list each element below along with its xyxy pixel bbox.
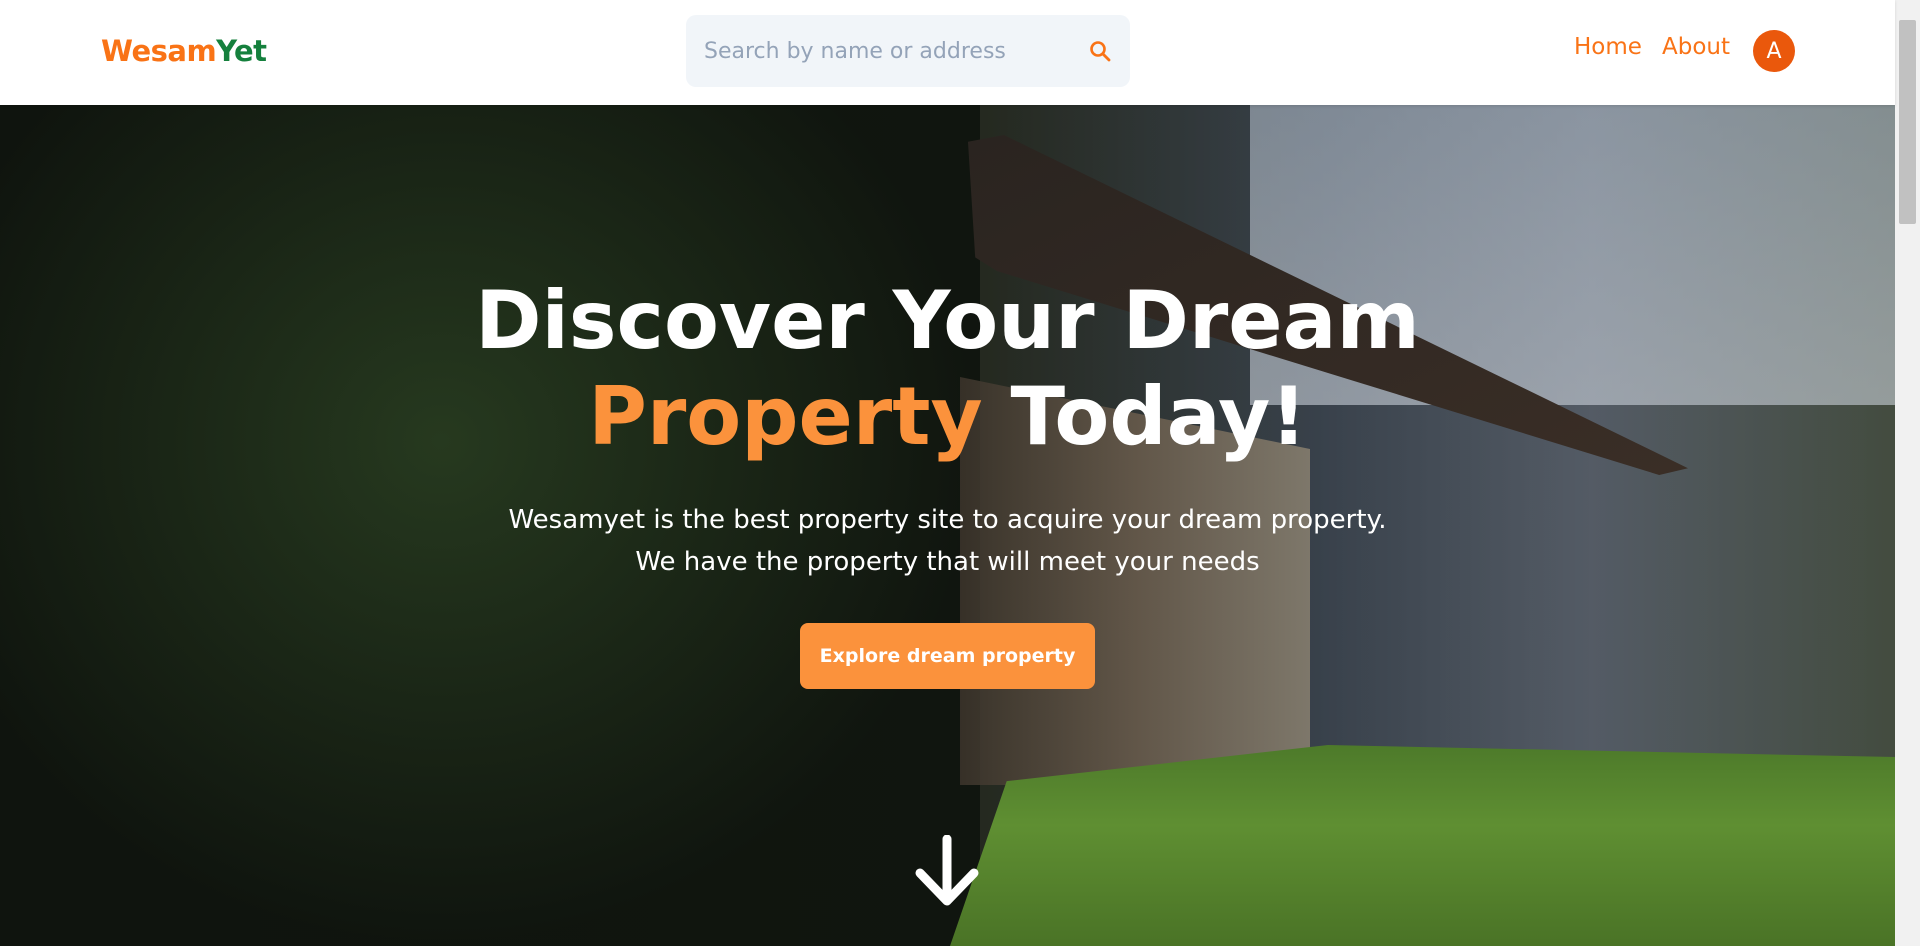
hero-subtitle: Wesamyet is the best property site to ac… <box>509 499 1387 583</box>
subtitle-line1: Wesamyet is the best property site to ac… <box>508 505 1387 535</box>
search-input[interactable] <box>704 38 1088 64</box>
headline-rest: Today! <box>1010 370 1307 463</box>
logo-part-yet: Yet <box>216 34 267 68</box>
subtitle-line2: We have the property that will meet your… <box>635 547 1260 577</box>
hero-content: Discover Your Dream Property Today! Wesa… <box>0 105 1895 946</box>
explore-dream-property-button[interactable]: Explore dream property <box>799 623 1096 689</box>
arrow-down-icon[interactable] <box>914 835 980 907</box>
logo[interactable]: WesamYet <box>101 34 267 68</box>
search-bar <box>686 15 1130 87</box>
headline-line1: Discover Your Dream <box>475 274 1420 367</box>
page-scrollbar[interactable] <box>1895 0 1920 946</box>
hero-section: Discover Your Dream Property Today! Wesa… <box>0 105 1895 946</box>
navbar: WesamYet Home About A <box>0 0 1895 105</box>
avatar[interactable]: A <box>1753 30 1795 72</box>
scrollbar-thumb[interactable] <box>1899 20 1916 224</box>
search-icon[interactable] <box>1088 39 1112 63</box>
headline-accent: Property <box>588 370 983 463</box>
hero-headline: Discover Your Dream Property Today! <box>475 273 1420 465</box>
nav-link-home[interactable]: Home <box>1574 34 1642 60</box>
nav-link-about[interactable]: About <box>1662 34 1730 60</box>
logo-part-wesam: Wesam <box>101 34 217 68</box>
